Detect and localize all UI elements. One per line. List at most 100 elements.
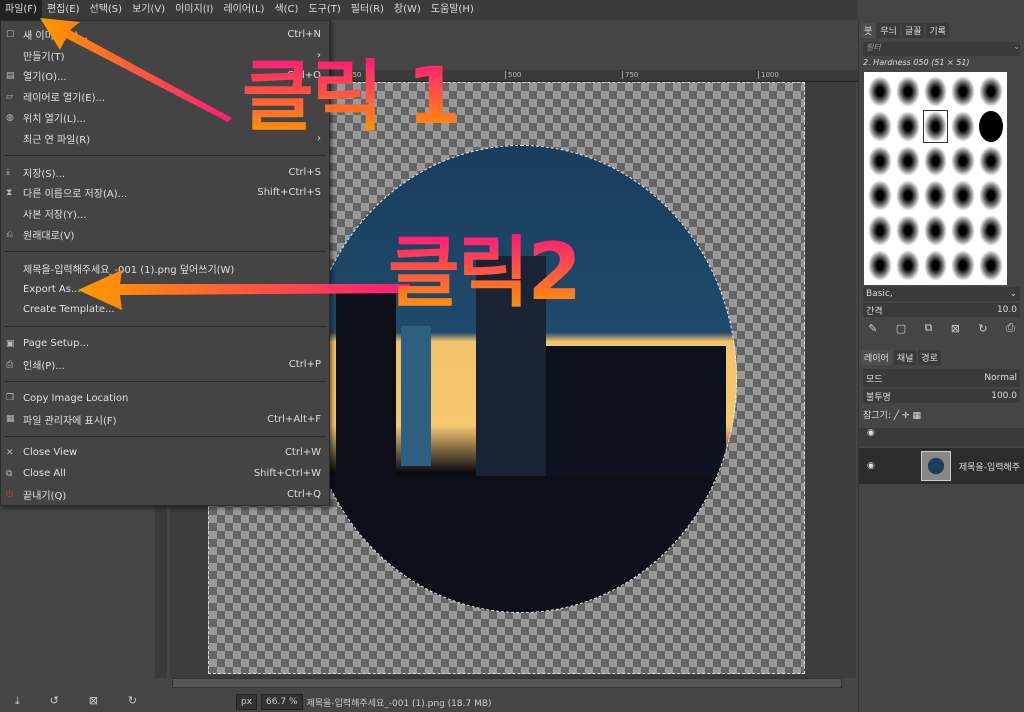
menu-item-label: Copy Image Location bbox=[23, 392, 129, 404]
menu-item[interactable]: ⧗ 다른 이름으로 저장(A)... Shift+Ctrl+S bbox=[1, 183, 329, 204]
tab-paths[interactable]: 경로 bbox=[918, 349, 941, 365]
tab-channels[interactable]: 채널 bbox=[893, 349, 917, 365]
menu-item[interactable]: ▢ 새 이미지(N)... Ctrl+N bbox=[1, 24, 329, 45]
tab-layers[interactable]: 레이어 bbox=[861, 349, 892, 365]
file-info: 제목을-입력해주세요_-001 (1).png (18.7 MB) bbox=[306, 698, 492, 709]
chevron-down-icon: ⌄ bbox=[1013, 42, 1020, 51]
annotation-click-2: 클릭2 bbox=[388, 228, 582, 318]
opacity-slider[interactable]: 불투명 100.0 bbox=[863, 389, 1020, 403]
menu-item[interactable]: ⎙ 인쇄(P)... Ctrl+P bbox=[1, 354, 329, 375]
revert-icon: ⎌ bbox=[6, 229, 14, 240]
brush-preset-select[interactable]: Basic, ⌄ bbox=[863, 287, 1020, 301]
menu-6[interactable]: 색(C) bbox=[269, 0, 303, 20]
menu-item-label: 다른 이름으로 저장(A)... bbox=[23, 189, 128, 201]
visibility-eye-icon[interactable]: ◉ bbox=[867, 461, 875, 471]
menu-separator bbox=[4, 435, 326, 437]
menu-item[interactable]: ⏻ 끝내기(Q) Ctrl+Q bbox=[1, 484, 329, 505]
reset-icon[interactable]: ↻ bbox=[128, 694, 137, 708]
menu-item-shortcut: Ctrl+Q bbox=[286, 489, 321, 501]
menu-item-label: 인쇄(P)... bbox=[23, 361, 65, 373]
brush-filter-input[interactable]: 필터 ⌄ bbox=[863, 42, 1020, 56]
menu-9[interactable]: 창(W) bbox=[389, 0, 426, 20]
menu-item-shortcut: Ctrl+S bbox=[288, 166, 321, 178]
tab-fonts[interactable]: 글꼴 bbox=[901, 22, 925, 38]
menu-item[interactable]: ❐ Copy Image Location bbox=[1, 388, 329, 409]
menu-0[interactable]: 파일(F) bbox=[0, 0, 42, 20]
tab-patterns[interactable]: 무늬 bbox=[877, 22, 900, 38]
menu-item-label: 제목을-입력해주세요_-001 (1).png 덮어쓰기(W) bbox=[23, 264, 235, 276]
open-location-icon: ◍ bbox=[6, 112, 14, 123]
menu-item-shortcut: Shift+Ctrl+W bbox=[253, 468, 321, 480]
menu-3[interactable]: 보기(V) bbox=[127, 0, 170, 20]
opacity-value: 100.0 bbox=[991, 391, 1017, 401]
menu-item-label: Close All bbox=[23, 468, 66, 480]
spacing-slider[interactable]: 간격 10.0 bbox=[863, 303, 1020, 317]
right-dock: 붓 무늬 글꼴 기록 필터 ⌄ 2. Hardness 050 (51 × 51)… bbox=[858, 20, 1024, 712]
menu-separator bbox=[4, 380, 326, 382]
ruler-tick: 1000 bbox=[758, 71, 779, 79]
menu-2[interactable]: 선택(S) bbox=[85, 0, 128, 20]
menu-item[interactable]: ✕ Close View Ctrl+W bbox=[1, 443, 329, 464]
zoom-select[interactable]: 66.7 % bbox=[261, 694, 303, 710]
status-bar: px 66.7 % 제목을-입력해주세요_-001 (1).png (18.7 … bbox=[236, 692, 492, 712]
ruler-tick: 750 bbox=[622, 71, 638, 79]
delete-brush-icon[interactable]: ⊠ bbox=[951, 322, 960, 335]
menu-item-label: 사본 저장(Y)... bbox=[23, 210, 87, 222]
menu-item-label: 파일 관리자에 표시(F) bbox=[23, 415, 117, 427]
menu-item-shortcut: Ctrl+W bbox=[284, 447, 321, 459]
unit-select[interactable]: px bbox=[236, 694, 258, 710]
menu-item[interactable]: ⧉ Close All Shift+Ctrl+W bbox=[1, 463, 329, 484]
preset-value: Basic, bbox=[866, 289, 893, 299]
open-as-image-icon[interactable]: ⎙ bbox=[1006, 321, 1015, 335]
opacity-label: 불투명 bbox=[866, 392, 891, 403]
layer-thumbnail bbox=[920, 451, 951, 481]
layer-mode-select[interactable]: 모드 Normal bbox=[863, 369, 1020, 387]
brush-name: 2. Hardness 050 (51 × 51) bbox=[863, 58, 970, 67]
copy-location-icon: ❐ bbox=[6, 393, 15, 404]
duplicate-brush-icon[interactable]: ⧉ bbox=[925, 321, 933, 335]
lock-pixels-icon[interactable]: ╱ bbox=[894, 411, 899, 421]
menu-item[interactable]: ⎌ 원래대로(V) bbox=[1, 224, 329, 245]
delete-icon[interactable]: ⊠ bbox=[89, 694, 98, 708]
lock-position-icon[interactable]: ✛ bbox=[902, 411, 910, 421]
menu-7[interactable]: 도구(T) bbox=[303, 0, 345, 20]
lock-row: 잠그기: ╱ ✛ ▦ bbox=[859, 405, 1024, 424]
menu-item[interactable]: ▦ 파일 관리자에 표시(F) Ctrl+Alt+F bbox=[1, 409, 329, 430]
menu-4[interactable]: 이미지(I) bbox=[170, 0, 218, 20]
menu-item[interactable]: ▣ Page Setup... bbox=[1, 333, 329, 354]
save-options-icon[interactable]: ⤓ bbox=[15, 694, 20, 708]
ruler-tick: 500 bbox=[505, 71, 521, 79]
layer-list-header: ◉ bbox=[859, 428, 1024, 446]
menu-10[interactable]: 도움말(H) bbox=[426, 0, 479, 20]
tab-history[interactable]: 기록 bbox=[926, 22, 949, 38]
menu-item-label: Create Template... bbox=[23, 304, 115, 316]
menu-item-shortcut: Shift+Ctrl+E bbox=[257, 283, 321, 295]
quit-icon: ⏻ bbox=[6, 489, 14, 500]
horizontal-scrollbar[interactable] bbox=[172, 678, 842, 688]
menu-5[interactable]: 레이어(L) bbox=[218, 0, 269, 20]
restore-icon[interactable]: ↺ bbox=[50, 694, 59, 708]
chevron-down-icon: ⌄ bbox=[1009, 289, 1017, 299]
menu-item[interactable]: 사본 저장(Y)... bbox=[1, 203, 329, 224]
eye-icon: ◉ bbox=[867, 428, 875, 438]
refresh-icon[interactable]: ↻ bbox=[978, 322, 987, 335]
menu-item[interactable]: Create Template... bbox=[1, 300, 329, 321]
edit-brush-icon[interactable]: ✎ bbox=[868, 322, 877, 335]
circular-image-selection[interactable] bbox=[305, 145, 737, 613]
annotation-click-1: 클릭 1 bbox=[242, 52, 461, 142]
print-icon: ⎙ bbox=[6, 359, 14, 370]
menu-1[interactable]: 편집(E) bbox=[42, 0, 85, 20]
new-brush-icon[interactable]: ▢ bbox=[896, 322, 906, 335]
menu-8[interactable]: 필터(R) bbox=[346, 0, 389, 20]
menu-item[interactable]: ⤓ 저장(S)... Ctrl+S bbox=[1, 162, 329, 183]
menu-item[interactable]: 제목을-입력해주세요_-001 (1).png 덮어쓰기(W) bbox=[1, 258, 329, 279]
brush-grid[interactable] bbox=[864, 72, 1007, 285]
menu-item-label: Export As... bbox=[23, 283, 81, 295]
lock-alpha-icon[interactable]: ▦ bbox=[912, 411, 921, 421]
lock-label: 잠그기: bbox=[863, 411, 891, 421]
dock-bottom-buttons: ⤓ ↺ ⊠ ↻ bbox=[0, 694, 152, 708]
layer-row[interactable]: ◉ 제목을-입력해주 bbox=[859, 448, 1024, 484]
menu-item[interactable]: Export As... Shift+Ctrl+E bbox=[1, 279, 329, 300]
tab-brushes[interactable]: 붓 bbox=[861, 22, 876, 38]
menu-item-label: 끝내기(Q) bbox=[23, 491, 67, 503]
